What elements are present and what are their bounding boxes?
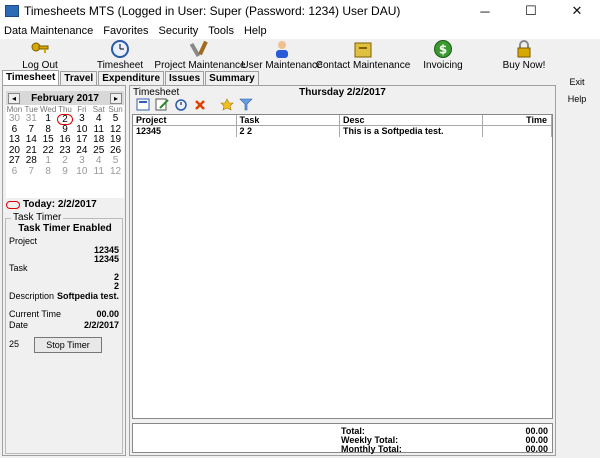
menu-security[interactable]: Security [159,25,199,37]
calendar-day[interactable]: 5 [107,113,124,125]
today-circle-icon [6,200,20,209]
column-task[interactable]: Task [237,115,340,125]
menu-help[interactable]: Help [244,25,267,37]
new-entry-icon[interactable] [135,98,151,112]
help-button[interactable]: Help [558,92,596,106]
today-label: Today: 2/2/2017 [23,199,97,210]
column-project[interactable]: Project [133,115,237,125]
tab-expenditure[interactable]: Expenditure [98,71,165,86]
column-time[interactable]: Time [483,115,552,125]
dollar-icon: $ [433,39,453,59]
app-icon [5,5,19,17]
user-maintenance-button[interactable]: User Maintenance [237,39,327,71]
totals-box: Total: 00.00 Weekly Total: 00.00 Monthly… [132,423,553,454]
calendar-day[interactable]: 11 [90,166,107,178]
current-time-value: 00.00 [96,309,119,319]
calendar-day[interactable]: 1 [40,113,57,125]
buy-now-button[interactable]: Buy Now! [479,39,569,71]
prev-month-button[interactable]: ◂ [8,92,20,104]
timesheet-table-header: Project Task Desc Time [133,115,552,126]
calendar-day[interactable]: 30 [6,113,23,125]
calendar-day[interactable]: 4 [90,113,107,125]
clock-icon [110,39,130,59]
menu-favorites[interactable]: Favorites [103,25,148,37]
row-task: 2 2 [237,126,340,137]
tab-strip: Timesheet Travel Expenditure Issues Summ… [2,70,260,86]
column-desc[interactable]: Desc [340,115,484,125]
calendar-day[interactable]: 12 [107,166,124,178]
task-value-2: 2 [113,281,119,291]
today-link[interactable]: Today: 2/2/2017 [6,199,97,210]
weekday-label: Thu [58,105,72,114]
cabinet-icon [353,39,373,59]
calendar-day[interactable]: 10 [73,166,90,178]
filter-icon[interactable] [238,98,254,112]
calendar-month: February 2017 [31,92,99,104]
date-value: 2/2/2017 [83,320,119,330]
tools-icon [190,39,210,59]
calendar: ◂ February 2017 ▸ Mon Tue Wed Thu Fri Sat Sun … [6,91,124,198]
svg-text:$: $ [439,43,447,57]
timesheet-table[interactable]: Project Task Desc Time 12345 2 2 This is… [132,114,553,419]
invoicing-button[interactable]: $ Invoicing [398,39,488,71]
window-title: Timesheets MTS (Logged in User: Super (P… [24,4,401,18]
user-icon [272,39,292,59]
calendar-weekdays: Mon Tue Wed Thu Fri Sat Sun [6,105,124,114]
task-timer-group: Task Timer Task Timer Enabled Project 12… [5,212,123,454]
side-button-panel: Exit Help [558,71,600,456]
left-panel: ◂ February 2017 ▸ Mon Tue Wed Thu Fri Sat Sun … [2,85,126,456]
tab-summary[interactable]: Summary [205,71,259,86]
calendar-day[interactable]: 3 [73,113,90,125]
next-month-button[interactable]: ▸ [109,92,122,104]
key-icon [30,39,50,59]
title-bar: Timesheets MTS (Logged in User: Super (P… [0,0,600,22]
row-project: 12345 [133,126,237,137]
row-desc: This is a Softpedia test. [340,126,484,137]
contact-maintenance-button[interactable]: Contact Maintenance [316,39,410,71]
task-timer-status: Task Timer Enabled [18,223,112,234]
monthly-total-value: 00.00 [525,444,548,454]
project-maintenance-button[interactable]: Project Maintenance [154,39,246,71]
tab-timesheet[interactable]: Timesheet [2,70,60,86]
favorite-icon[interactable] [219,98,235,112]
calendar-header: ◂ February 2017 ▸ [6,91,124,105]
calendar-day[interactable]: 31 [23,113,40,125]
table-row[interactable]: 12345 2 2 This is a Softpedia test. [133,126,552,137]
calendar-day[interactable]: 9 [57,166,74,178]
row-time [483,126,552,137]
minimize-button[interactable]: ─ [462,0,508,22]
lock-icon [514,39,534,59]
maximize-button[interactable]: ☐ [508,0,554,22]
calendar-day[interactable]: 7 [23,166,40,178]
edit-entry-icon[interactable] [154,98,170,112]
timesheet-panel: Timesheet Thursday 2/2/2017 Project Task… [129,85,556,456]
calendar-day[interactable]: 6 [6,166,23,178]
main-toolbar: Log Out Timesheet Project Maintenance Us… [0,39,600,71]
menu-tools[interactable]: Tools [208,25,234,37]
delete-entry-icon[interactable] [192,98,208,112]
calendar-day[interactable]: 2 [56,114,74,125]
tab-issues[interactable]: Issues [165,71,205,86]
logout-button[interactable]: Log Out [0,39,85,71]
exit-button[interactable]: Exit [558,75,596,89]
calendar-day[interactable]: 8 [40,166,57,178]
close-button[interactable]: ✕ [554,0,600,22]
menu-data-maintenance[interactable]: Data Maintenance [4,25,93,37]
task-label: Task [9,263,28,273]
monthly-total-label: Monthly Total: [341,444,402,454]
timer-icon[interactable] [173,98,189,112]
description-value: Softpedia test. [56,291,119,301]
menu-bar: Data Maintenance Favorites Security Tool… [0,22,600,39]
calendar-days: 30 31 1 2 3 4 5 6 7 8 9 10 11 12 13 14 15 16 17 18 19 20 21 22 2… [6,113,124,178]
timesheet-button[interactable]: Timesheet [75,39,165,71]
timesheet-toolbar [135,97,257,112]
stop-timer-button[interactable]: Stop Timer [34,337,102,353]
tab-travel[interactable]: Travel [60,71,98,86]
task-timer-legend: Task Timer [11,212,64,223]
